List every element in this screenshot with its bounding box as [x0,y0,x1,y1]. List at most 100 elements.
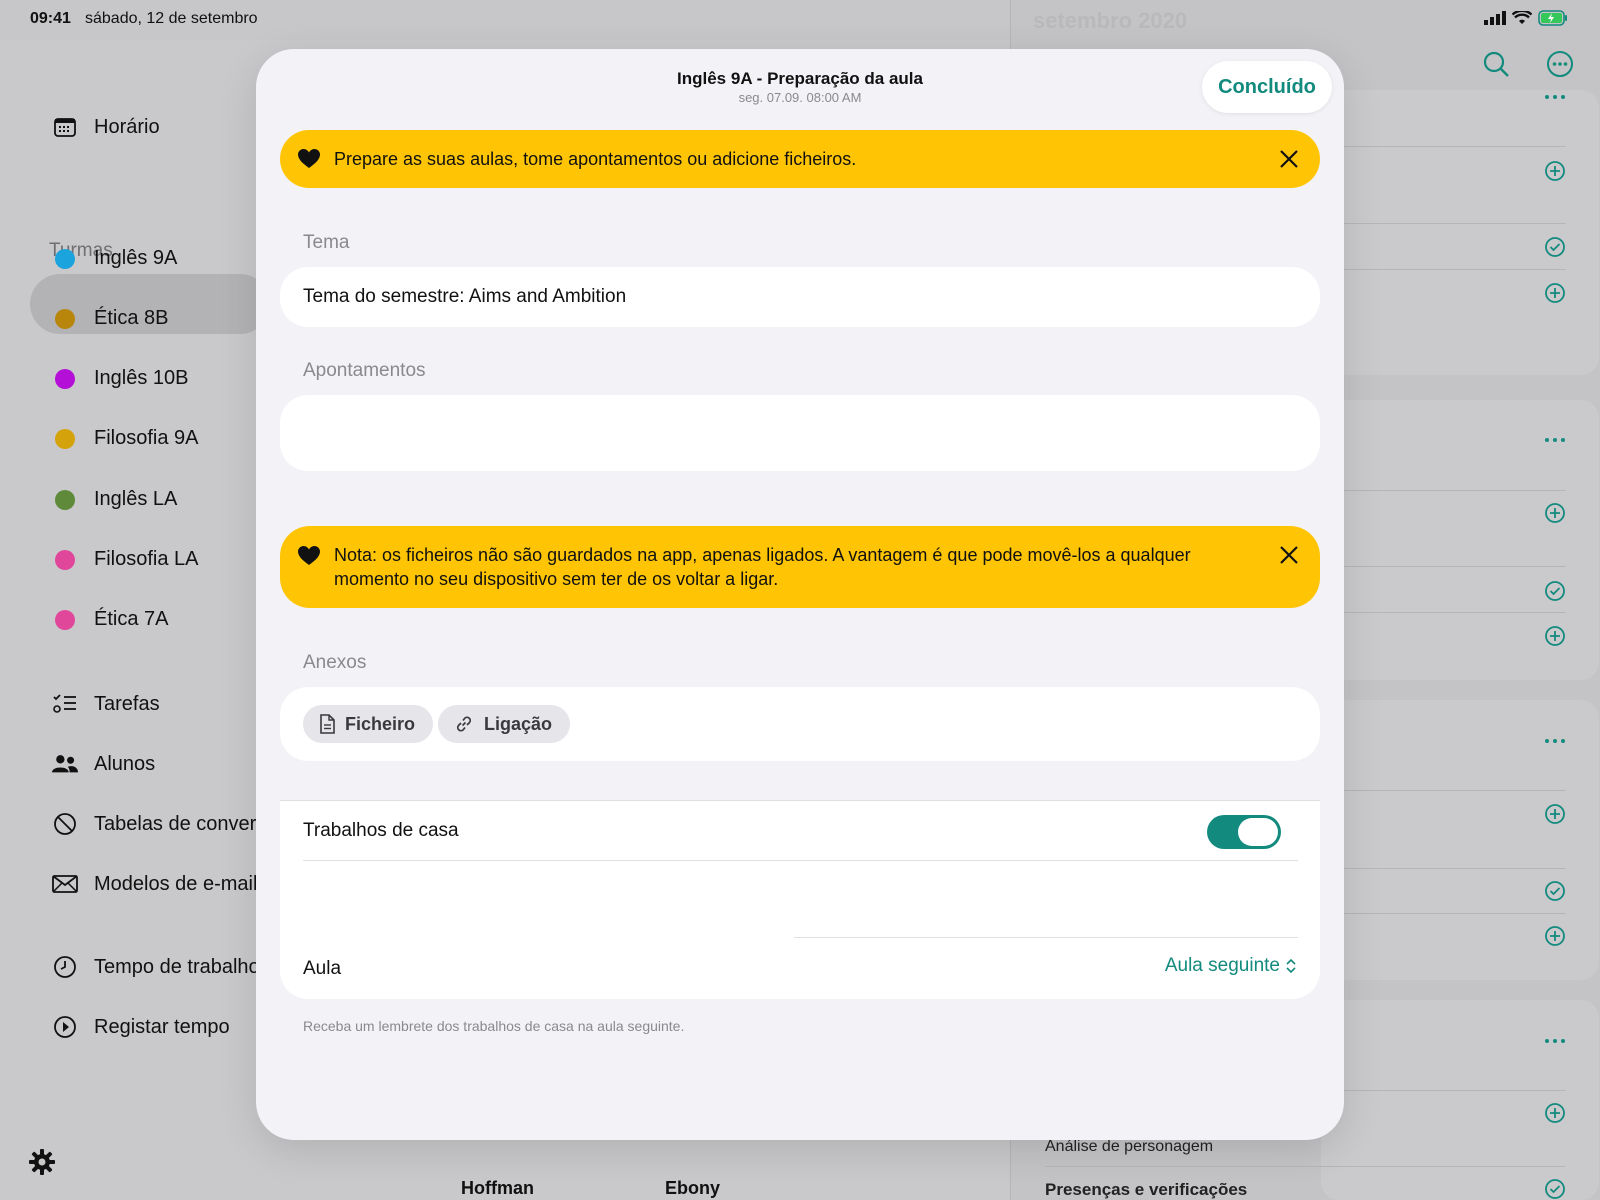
sidebar-item-email-templates[interactable]: Modelos de e-mail [52,871,257,897]
sidebar-item-work-time[interactable]: Tempo de trabalho [52,954,260,980]
divider [1320,269,1566,270]
chevron-up-down-icon [1286,958,1296,974]
attachments-card: Ficheiro Ligação [280,687,1320,761]
background-card [1321,1000,1599,1200]
ellipsis-icon[interactable] [1544,92,1566,102]
sidebar-item-etica-8b[interactable]: Ética 8B [52,307,168,330]
divider [1320,566,1566,567]
sidebar-item-ingles-9a[interactable]: Inglês 9A [52,247,177,270]
background-name-2: Ebony [665,1178,721,1198]
status-time: 09:41 [30,10,71,27]
topic-label: Tema [303,232,350,253]
check-circle-icon[interactable] [1544,1178,1566,1200]
topic-value: Tema do semestre: Aims and Ambition [303,286,627,307]
background-entry-text: Presenças e verificações [1045,1180,1248,1199]
tip-banner: Prepare as suas aulas, tome apontamentos… [280,130,1320,188]
sidebar-item-label: Horário [94,115,160,138]
wifi-icon [1512,11,1532,24]
sidebar-item-etica-7a[interactable]: Ética 7A [52,608,168,631]
divider [1320,223,1566,224]
play-circle-icon [52,1014,78,1040]
sidebar-item-label: Modelos de e-mail [94,872,258,895]
add-circle-icon[interactable] [1544,803,1566,825]
ellipsis-icon[interactable] [1544,435,1566,445]
document-icon [320,714,335,734]
class-color-dot [55,308,75,329]
add-link-button[interactable]: Ligação [438,705,571,743]
sidebar-item-label: Alunos [94,752,156,775]
settings-gear-icon[interactable] [28,1148,56,1181]
search-icon[interactable] [1482,50,1510,78]
sidebar-item-label: Tempo de trabalho [94,955,260,978]
class-color-dot [55,428,75,449]
sidebar-item-filosofia-9a[interactable]: Filosofia 9A [52,427,199,450]
add-circle-icon[interactable] [1544,625,1566,647]
checklist-icon [52,691,78,717]
class-color-dot [55,489,75,510]
note-banner: Nota: os ficheiros não são guardados na … [280,526,1320,608]
sidebar-item-tasks[interactable]: Tarefas [52,691,160,717]
heart-icon [298,149,322,169]
lesson-label: Aula [303,958,342,979]
add-file-label: Ficheiro [345,713,416,734]
status-indicators [1484,10,1568,26]
sidebar-item-students[interactable]: Alunos [52,751,155,777]
add-circle-icon[interactable] [1544,282,1566,304]
sidebar-item-conversion-tables[interactable]: Tabelas de convers [52,811,266,837]
sidebar-item-label: Ética 7A [94,608,169,630]
background-name-1: Hoffman [461,1178,534,1198]
ellipsis-icon[interactable] [1544,1036,1566,1046]
divider [1045,1166,1565,1167]
lesson-picker[interactable]: Aula seguinte [1165,955,1296,977]
sidebar-item-label: Registar tempo [94,1015,230,1038]
toggle-knob [1238,818,1278,846]
divider [1320,1090,1566,1091]
add-circle-icon[interactable] [1544,160,1566,182]
divider [1320,790,1566,791]
sidebar-item-ingles-la[interactable]: Inglês LA [52,488,177,511]
class-color-dot [55,368,75,389]
people-icon [52,751,78,777]
sidebar-item-filosofia-la[interactable]: Filosofia LA [52,548,199,571]
background-card [1321,90,1599,375]
done-button[interactable]: Concluído [1202,61,1332,113]
check-circle-icon[interactable] [1544,236,1566,258]
sidebar-item-label: Inglês 9A [94,247,178,269]
sidebar-item-label: Inglês 10B [94,367,189,389]
status-date: sábado, 12 de setembro [85,10,258,27]
signal-icon [1484,11,1506,25]
divider [1320,868,1566,869]
sidebar-item-ingles-10b[interactable]: Inglês 10B [52,367,189,390]
divider [794,937,1298,938]
envelope-icon [52,871,78,897]
divider [1320,612,1566,613]
check-circle-icon[interactable] [1544,580,1566,602]
sidebar-item-label: Filosofia 9A [94,427,199,449]
close-icon[interactable] [1276,150,1298,168]
class-color-dot [55,248,75,269]
check-circle-icon[interactable] [1544,880,1566,902]
attachments-label: Anexos [303,652,367,673]
add-link-label: Ligação [484,713,553,734]
clock-icon [52,954,78,980]
close-icon[interactable] [1276,526,1298,564]
homework-toggle[interactable] [1207,815,1281,849]
topic-field[interactable]: Tema do semestre: Aims and Ambition [280,267,1320,327]
sidebar-item-label: Ética 8B [94,307,169,329]
ellipsis-icon[interactable] [1544,736,1566,746]
add-circle-icon[interactable] [1544,1102,1566,1124]
more-options-icon[interactable] [1546,50,1574,78]
class-color-dot [55,609,75,630]
note-banner-text: Nota: os ficheiros não são guardados na … [334,545,1191,589]
sidebar-item-log-time[interactable]: Registar tempo [52,1014,230,1040]
homework-hint: Receba um lembrete dos trabalhos de casa… [303,1018,685,1034]
notes-field[interactable] [280,395,1320,471]
sheet-subtitle: seg. 07.09. 08:00 AM [738,90,862,105]
sidebar-item-schedule[interactable]: Horário [52,114,160,140]
divider [1320,913,1566,914]
add-circle-icon[interactable] [1544,925,1566,947]
tip-banner-text: Prepare as suas aulas, tome apontamentos… [334,149,857,169]
add-file-button[interactable]: Ficheiro [303,705,434,743]
add-circle-icon[interactable] [1544,502,1566,524]
background-entry-text: Análise de personagem [1045,1138,1214,1155]
